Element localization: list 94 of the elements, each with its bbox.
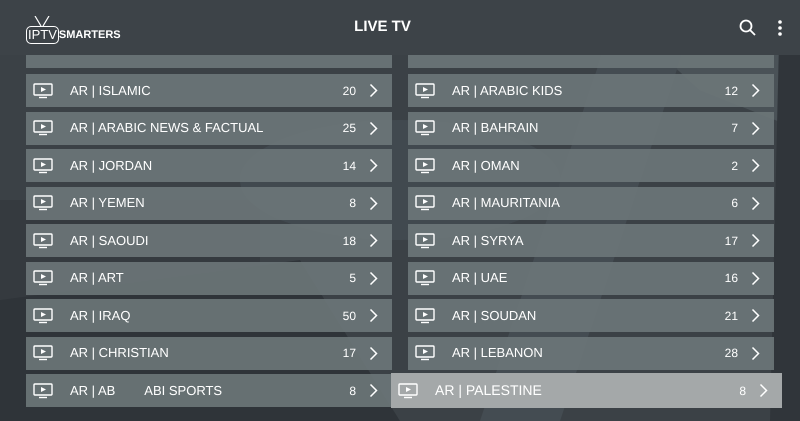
chevron-right-icon: [369, 346, 378, 360]
page-title: LIVE TV: [354, 17, 411, 38]
category-name: AR | SAOUDI: [70, 232, 149, 250]
category-name: AR | SYRYA: [452, 232, 524, 250]
category-name: AR | IRAQ: [70, 306, 130, 325]
category-item[interactable]: AR | BAHRAIN 7: [408, 112, 774, 144]
tv-play-icon: [33, 195, 53, 211]
category-item[interactable]: AR | IRAQ 50: [26, 299, 392, 332]
chevron-right-icon: [751, 120, 760, 136]
tv-play-icon: [415, 195, 435, 211]
channel-count: 12: [724, 82, 738, 100]
channel-count: 50: [342, 308, 356, 324]
category-name: AR | ART: [70, 269, 124, 288]
app-logo: IPTVSMARTERS: [26, 12, 121, 44]
tv-play-icon: [33, 270, 53, 286]
more-menu-icon[interactable]: [778, 20, 782, 36]
channel-count: 17: [342, 345, 356, 362]
category-item[interactable]: AR | AB ABI SPORTS 8: [26, 374, 392, 407]
chevron-right-icon: [751, 158, 760, 173]
category-name: AR | SOUDAN: [452, 306, 536, 325]
channel-count: 17: [724, 232, 738, 250]
category-item[interactable]: AR | LEBANON 28: [408, 336, 774, 370]
chevron-right-icon: [369, 83, 378, 98]
chevron-right-icon: [751, 196, 760, 210]
category-name: AR | CHRISTIAN: [70, 344, 169, 362]
tv-play-icon: [398, 382, 418, 398]
category-item[interactable]: AR | ARABIC KIDS 12: [408, 74, 774, 107]
tv-play-icon: [33, 158, 53, 174]
category-item[interactable]: AR | CHRISTIAN 17: [26, 336, 392, 370]
chevron-right-icon: [369, 270, 378, 286]
category-name: AR | LEBANON: [452, 344, 543, 362]
category-item[interactable]: AR | MAURITANIA 6: [408, 186, 774, 220]
chevron-right-icon: [751, 233, 760, 248]
tv-play-icon: [415, 158, 435, 174]
category-name: AR | ARABIC KIDS: [452, 82, 562, 100]
chevron-right-icon: [751, 270, 760, 286]
channel-count: 25: [342, 120, 356, 137]
category-name: AR | JORDAN: [70, 156, 152, 175]
chevron-right-icon: [751, 83, 760, 98]
search-icon[interactable]: [739, 19, 756, 36]
tv-play-icon: [33, 120, 53, 136]
tv-play-icon: [415, 345, 435, 361]
category-item[interactable]: AR | SOUDAN 21: [408, 299, 774, 332]
category-item[interactable]: AR | OMAN 2: [408, 149, 774, 182]
category-name: AR | UAE: [452, 269, 508, 288]
category-name: AR | OMAN: [452, 156, 520, 175]
category-name: AR | YEMEN: [70, 194, 145, 212]
category-item[interactable]: AR | ISLAMIC 20: [26, 74, 392, 107]
tv-play-icon: [33, 232, 53, 248]
channel-count: 2: [731, 158, 738, 174]
category-name: AR | ARABIC NEWS & FACTUAL: [70, 119, 264, 138]
tv-play-icon: [33, 382, 53, 398]
chevron-right-icon: [369, 120, 378, 136]
tv-play-icon: [415, 308, 435, 324]
chevron-right-icon: [369, 158, 378, 173]
channel-count: 21: [724, 308, 738, 324]
channel-count: 5: [349, 270, 356, 287]
channel-count: 8: [739, 382, 746, 400]
channel-count: 28: [724, 345, 738, 362]
tv-play-icon: [415, 120, 435, 136]
channel-count: 8: [349, 195, 356, 212]
category-name: AR | BAHRAIN: [452, 119, 538, 138]
tv-play-icon: [415, 232, 435, 248]
chevron-right-icon: [751, 308, 760, 323]
category-item[interactable]: AR | UAE 16: [408, 262, 774, 294]
channel-count: 7: [731, 120, 738, 137]
category-item[interactable]: AR | YEMEN 8: [26, 186, 392, 220]
chevron-right-icon: [759, 383, 768, 398]
tv-play-icon: [415, 82, 435, 98]
category-item[interactable]: AR | JORDAN 14: [26, 149, 392, 182]
chevron-right-icon: [369, 196, 378, 210]
category-item[interactable]: AR | ART 5: [26, 262, 392, 294]
chevron-right-icon: [751, 346, 760, 360]
chevron-right-icon: [369, 383, 378, 398]
category-item[interactable]: AR | SYRYA 17: [408, 224, 774, 257]
channel-count: 20: [342, 82, 356, 100]
category-name: AR | ISLAMIC: [70, 82, 151, 100]
tv-play-icon: [33, 308, 53, 324]
channel-count: 6: [731, 195, 738, 212]
chevron-right-icon: [369, 233, 378, 248]
category-name: AR | PALESTINE: [435, 381, 542, 400]
category-name: AR | MAURITANIA: [452, 194, 560, 212]
chevron-right-icon: [369, 308, 378, 323]
category-item[interactable]: AR | SAOUDI 18: [26, 224, 392, 257]
channel-count: 14: [342, 158, 356, 174]
channel-count: 16: [724, 270, 738, 287]
category-name: ABI SPORTS: [144, 382, 222, 400]
tv-play-icon: [415, 270, 435, 286]
category-name: AR | AB: [70, 382, 116, 400]
channel-count: 8: [349, 382, 356, 400]
channel-count: 18: [342, 232, 356, 250]
category-item[interactable]: AR | ARABIC NEWS & FACTUAL 25: [26, 112, 392, 144]
tv-play-icon: [33, 345, 53, 361]
tv-play-icon: [33, 82, 53, 98]
